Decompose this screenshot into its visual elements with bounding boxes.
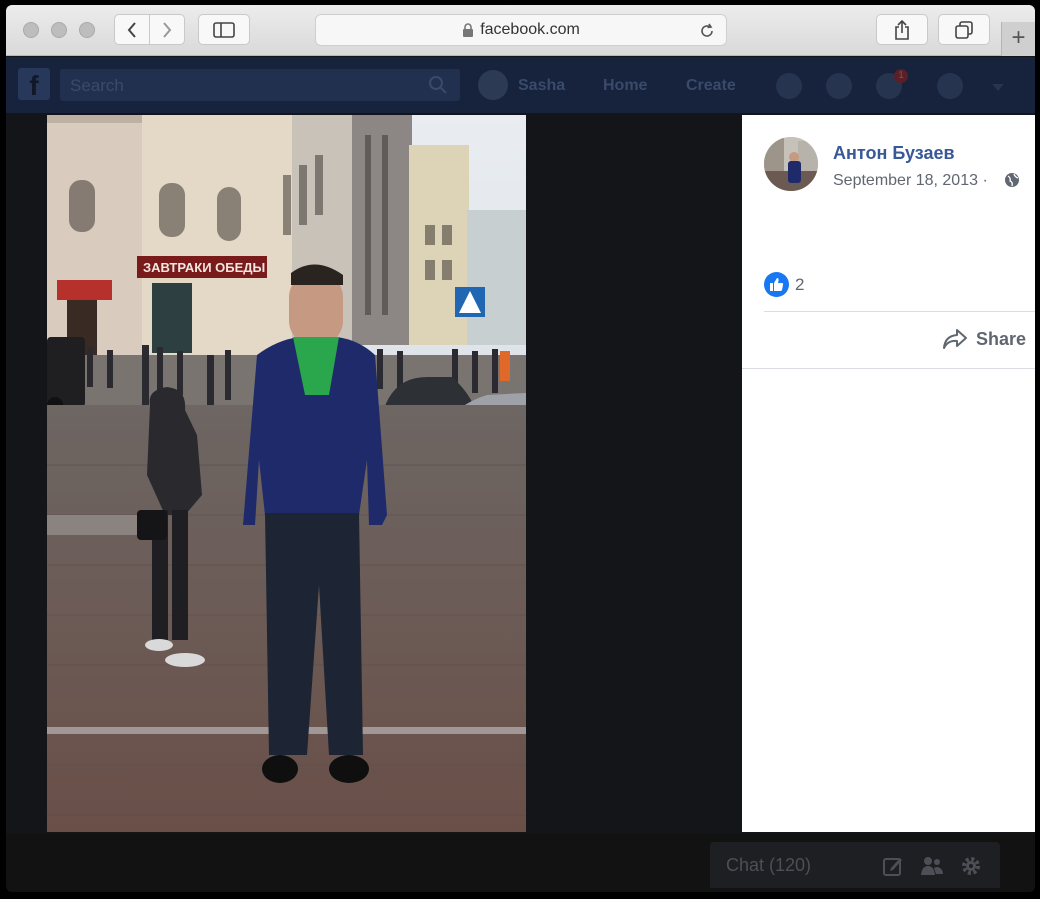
storefront-sign-text: ЗАВТРАКИ ОБЕДЫ: [143, 260, 265, 275]
share-upload-icon: [895, 19, 909, 40]
like-count[interactable]: 2: [795, 275, 804, 295]
nav-create[interactable]: Create: [686, 77, 736, 95]
notification-badge: 1: [894, 69, 908, 83]
author-avatar-image: [764, 137, 818, 191]
share-button[interactable]: Share: [942, 328, 1026, 350]
sidebar-toggle-button[interactable]: [198, 14, 250, 45]
tabs-overview-button[interactable]: [938, 14, 990, 45]
chat-label: Chat (120): [726, 855, 812, 875]
share-arrow-icon: [943, 329, 967, 349]
forward-button[interactable]: [149, 14, 185, 45]
chevron-right-icon: [163, 21, 172, 38]
browser-toolbar: facebook.com +: [6, 5, 1035, 56]
share-label: Share: [976, 328, 1027, 349]
chevron-left-icon: [127, 21, 136, 38]
post-author-name[interactable]: Антон Бузаев: [833, 143, 955, 164]
zoom-window-button[interactable]: [79, 22, 95, 38]
sidebar-icon: [213, 21, 235, 38]
lock-icon: [463, 23, 474, 37]
messenger-icon[interactable]: [826, 73, 852, 99]
search-placeholder: Search: [70, 76, 124, 95]
new-message-icon[interactable]: [882, 855, 904, 877]
friend-requests-icon[interactable]: [776, 73, 802, 99]
browser-window: facebook.com + f Search Sasha Home Creat…: [6, 5, 1035, 892]
street-photo-image: ЗАВТРАКИ ОБЕДЫ: [47, 115, 526, 832]
chat-sidebar-bar[interactable]: Chat (120): [710, 842, 1000, 888]
group-chat-icon[interactable]: [920, 855, 944, 877]
close-window-button[interactable]: [23, 22, 39, 38]
new-tab-button[interactable]: +: [1001, 22, 1035, 56]
nav-profile-name[interactable]: Sasha: [518, 77, 565, 95]
public-globe-icon[interactable]: [1004, 172, 1020, 188]
facebook-search-input[interactable]: Search: [60, 69, 460, 101]
account-menu-chevron-icon[interactable]: [991, 83, 1005, 92]
facebook-logo[interactable]: f: [18, 68, 50, 101]
like-reaction-icon[interactable]: [764, 272, 789, 297]
share-sheet-button[interactable]: [876, 14, 928, 45]
nav-home[interactable]: Home: [603, 77, 647, 95]
help-icon[interactable]: [937, 73, 963, 99]
bottom-bar: Chat (120): [6, 834, 1035, 892]
thumbs-up-icon: [770, 278, 784, 291]
post-photo[interactable]: ЗАВТРАКИ ОБЕДЫ: [47, 115, 526, 832]
address-bar[interactable]: facebook.com: [315, 14, 727, 46]
tabs-icon: [955, 20, 973, 39]
minimize-window-button[interactable]: [51, 22, 67, 38]
facebook-top-bar: f Search Sasha Home Create 1: [6, 57, 1035, 113]
gear-icon[interactable]: [960, 855, 982, 877]
post-date-text: September 18, 2013: [833, 172, 978, 189]
url-text: facebook.com: [480, 21, 580, 38]
user-avatar[interactable]: [478, 70, 508, 100]
search-icon[interactable]: [428, 75, 448, 95]
divider: [764, 311, 1035, 312]
post-info-panel: Антон Бузаев September 18, 2013 · 2 Shar…: [742, 115, 1035, 832]
reload-icon[interactable]: [698, 22, 716, 40]
author-avatar[interactable]: [764, 137, 818, 191]
post-date-separator: ·: [982, 172, 988, 189]
divider: [742, 368, 1035, 369]
back-button[interactable]: [114, 14, 150, 45]
post-date[interactable]: September 18, 2013 ·: [833, 172, 988, 190]
